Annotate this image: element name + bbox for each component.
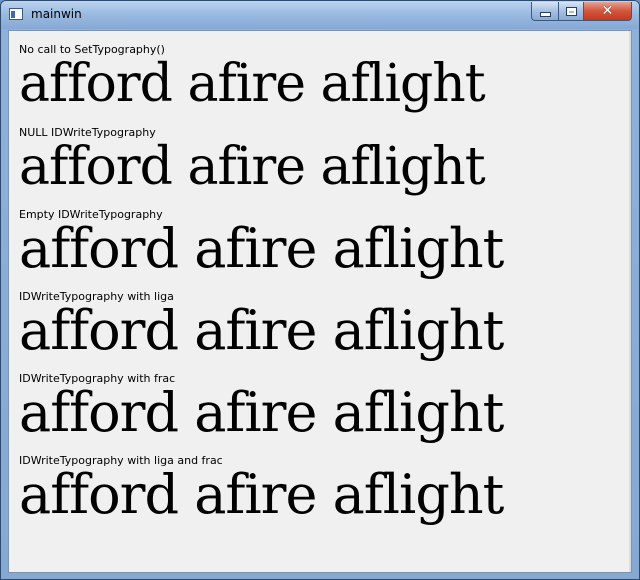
maximize-button[interactable] (558, 2, 584, 21)
title-bar[interactable]: mainwin ✕ (1, 1, 639, 29)
maximize-icon (565, 6, 577, 16)
sample-text: afford afire aflight (19, 217, 504, 280)
sample-block: IDWriteTypography with liga and frac aff… (19, 454, 504, 526)
client-area: No call to SetTypography() afford afire … (8, 30, 632, 573)
sample-text: afford afire aflight (19, 463, 504, 526)
sample-text: afford afire aflight (19, 381, 504, 444)
minimize-icon (539, 11, 551, 17)
sample-block: IDWriteTypography with frac afford afire… (19, 372, 504, 444)
minimize-button[interactable] (531, 2, 558, 21)
sample-text: afford afire aflight (19, 137, 486, 197)
sample-block: IDWriteTypography with liga afford afire… (19, 290, 504, 362)
sample-text: afford afire aflight (19, 299, 504, 362)
close-icon: ✕ (601, 3, 614, 19)
sample-block: Empty IDWriteTypography afford afire afl… (19, 208, 504, 280)
sample-block: NULL IDWriteTypography afford afire afli… (19, 126, 486, 197)
app-window-icon[interactable] (9, 8, 23, 20)
window-edge (629, 31, 631, 572)
main-window: mainwin ✕ No call to SetTypography() aff… (0, 0, 640, 580)
window-title: mainwin (31, 7, 82, 21)
sample-block: No call to SetTypography() afford afire … (19, 43, 486, 114)
close-button[interactable]: ✕ (584, 2, 632, 21)
sample-text: afford afire aflight (19, 54, 486, 114)
